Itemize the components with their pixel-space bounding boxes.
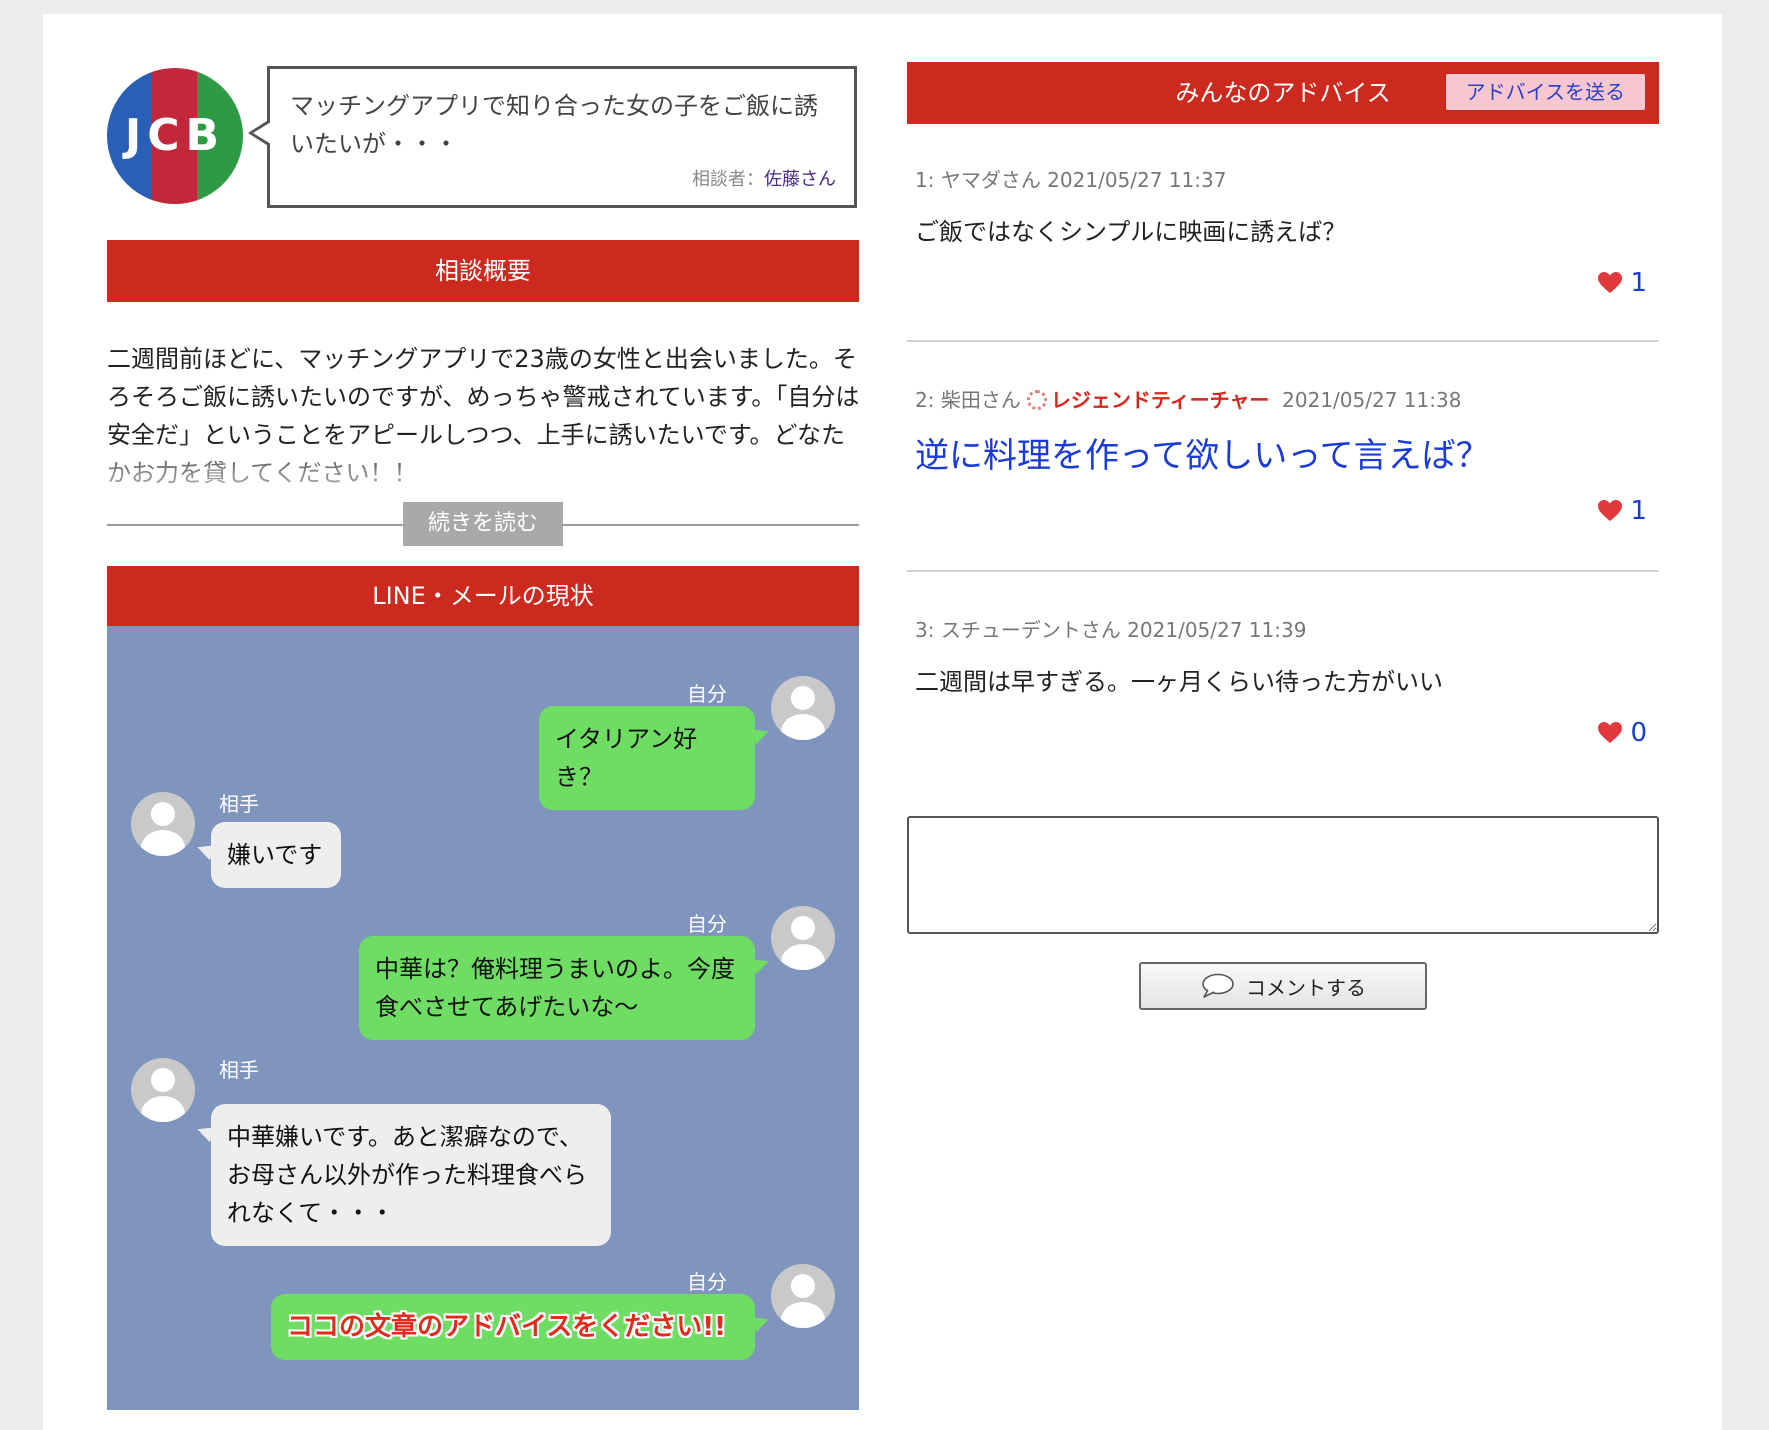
advice-meta: 3: スチューデントさん 2021/05/27 11:39 (915, 618, 1307, 642)
like-count: 0 (1630, 718, 1647, 748)
advice-meta: 2: 柴田さん レジェンドティーチャー 2021/05/27 11:38 (915, 384, 1461, 413)
speech-bubble-icon (1202, 973, 1234, 998)
advice-text: ご飯ではなくシンプルに映画に誘えば？ (915, 218, 1347, 246)
comment-button[interactable]: コメントする (1139, 962, 1427, 1010)
partner-avatar-icon (131, 792, 195, 856)
chat-bubble-partner: 中華嫌いです。あと潔癖なので、お母さん以外が作った料理食べられなくて・・・ (211, 1104, 611, 1246)
chat-bubble-partner: 嫌いです (211, 822, 341, 888)
heart-icon (1598, 722, 1623, 743)
advice-divider (907, 340, 1659, 342)
chat-bubble-cta: ココの文章のアドバイスをください!! (271, 1294, 755, 1360)
advice-meta: 1: ヤマダさん 2021/05/27 11:37 (915, 168, 1227, 192)
chat-bubble-mine: イタリアン好き？ (539, 706, 755, 810)
advice-text: 逆に料理を作って欲しいって言えば？ (915, 436, 1490, 476)
advice-item: 3: スチューデントさん 2021/05/27 11:39 二週間は早すぎる。一… (907, 614, 1659, 774)
like-button[interactable]: 1 (1598, 268, 1647, 298)
like-button[interactable]: 1 (1598, 496, 1647, 526)
speaker-label: 自分 (687, 912, 727, 936)
question-title: マッチングアプリで知り合った女の子をご飯に誘いたいが・・・ (290, 92, 818, 158)
question-bubble: マッチングアプリで知り合った女の子をご飯に誘いたいが・・・ 相談者：佐藤さん (248, 66, 857, 208)
consultant-avatar-logo: JCB (107, 68, 243, 204)
page: JCB マッチングアプリで知り合った女の子をご飯に誘いたいが・・・ 相談者：佐藤… (43, 14, 1722, 1430)
comment-textarea[interactable] (907, 816, 1659, 934)
my-avatar-icon (771, 1264, 835, 1328)
like-count: 1 (1630, 496, 1647, 526)
like-count: 1 (1630, 268, 1647, 298)
advice-divider (907, 570, 1659, 572)
my-avatar-icon (771, 906, 835, 970)
heart-icon (1598, 272, 1623, 293)
send-advice-button[interactable]: アドバイスを送る (1445, 74, 1645, 110)
legend-flower-icon (1026, 390, 1047, 410)
asker-name-link[interactable]: 佐藤さん (764, 169, 836, 190)
read-more-button[interactable]: 続きを読む (403, 502, 563, 546)
asker-info: 相談者：佐藤さん (692, 165, 836, 191)
advice-text: 二週間は早すぎる。一ヶ月くらい待った方がいい (915, 668, 1443, 696)
legend-teacher-badge: レジェンドティーチャー (1050, 388, 1270, 412)
asker-label: 相談者： (692, 169, 764, 190)
like-button[interactable]: 0 (1598, 718, 1647, 748)
jcb-logo-text: JCB (122, 110, 225, 161)
my-avatar-icon (771, 676, 835, 740)
advice-heading-bar: みんなのアドバイス アドバイスを送る (907, 62, 1659, 124)
chat-screenshot: 自分 イタリアン好き？ 相手 嫌いです 自分 中華は？俺料理うまいのよ。今度食べ… (107, 626, 859, 1410)
advice-author: 2: 柴田さん (915, 388, 1021, 412)
chat-heading: LINE・メールの現状 (107, 566, 859, 626)
partner-avatar-icon (131, 1058, 195, 1122)
speaker-label: 自分 (687, 682, 727, 706)
heart-icon (1598, 500, 1623, 521)
advice-timestamp: 2021/05/27 11:38 (1282, 388, 1462, 412)
summary-heading: 相談概要 (107, 240, 859, 302)
speaker-label: 相手 (219, 792, 259, 816)
speaker-label: 相手 (219, 1058, 259, 1082)
comment-button-label: コメントする (1246, 975, 1366, 1000)
advice-item: 1: ヤマダさん 2021/05/27 11:37 ご飯ではなくシンプルに映画に… (907, 164, 1659, 324)
chat-bubble-mine: 中華は？俺料理うまいのよ。今度食べさせてあげたいな〜 (359, 936, 755, 1040)
advice-item: 2: 柴田さん レジェンドティーチャー 2021/05/27 11:38 逆に料理… (907, 384, 1659, 544)
summary-fade (107, 444, 867, 484)
speaker-label: 自分 (687, 1270, 727, 1294)
